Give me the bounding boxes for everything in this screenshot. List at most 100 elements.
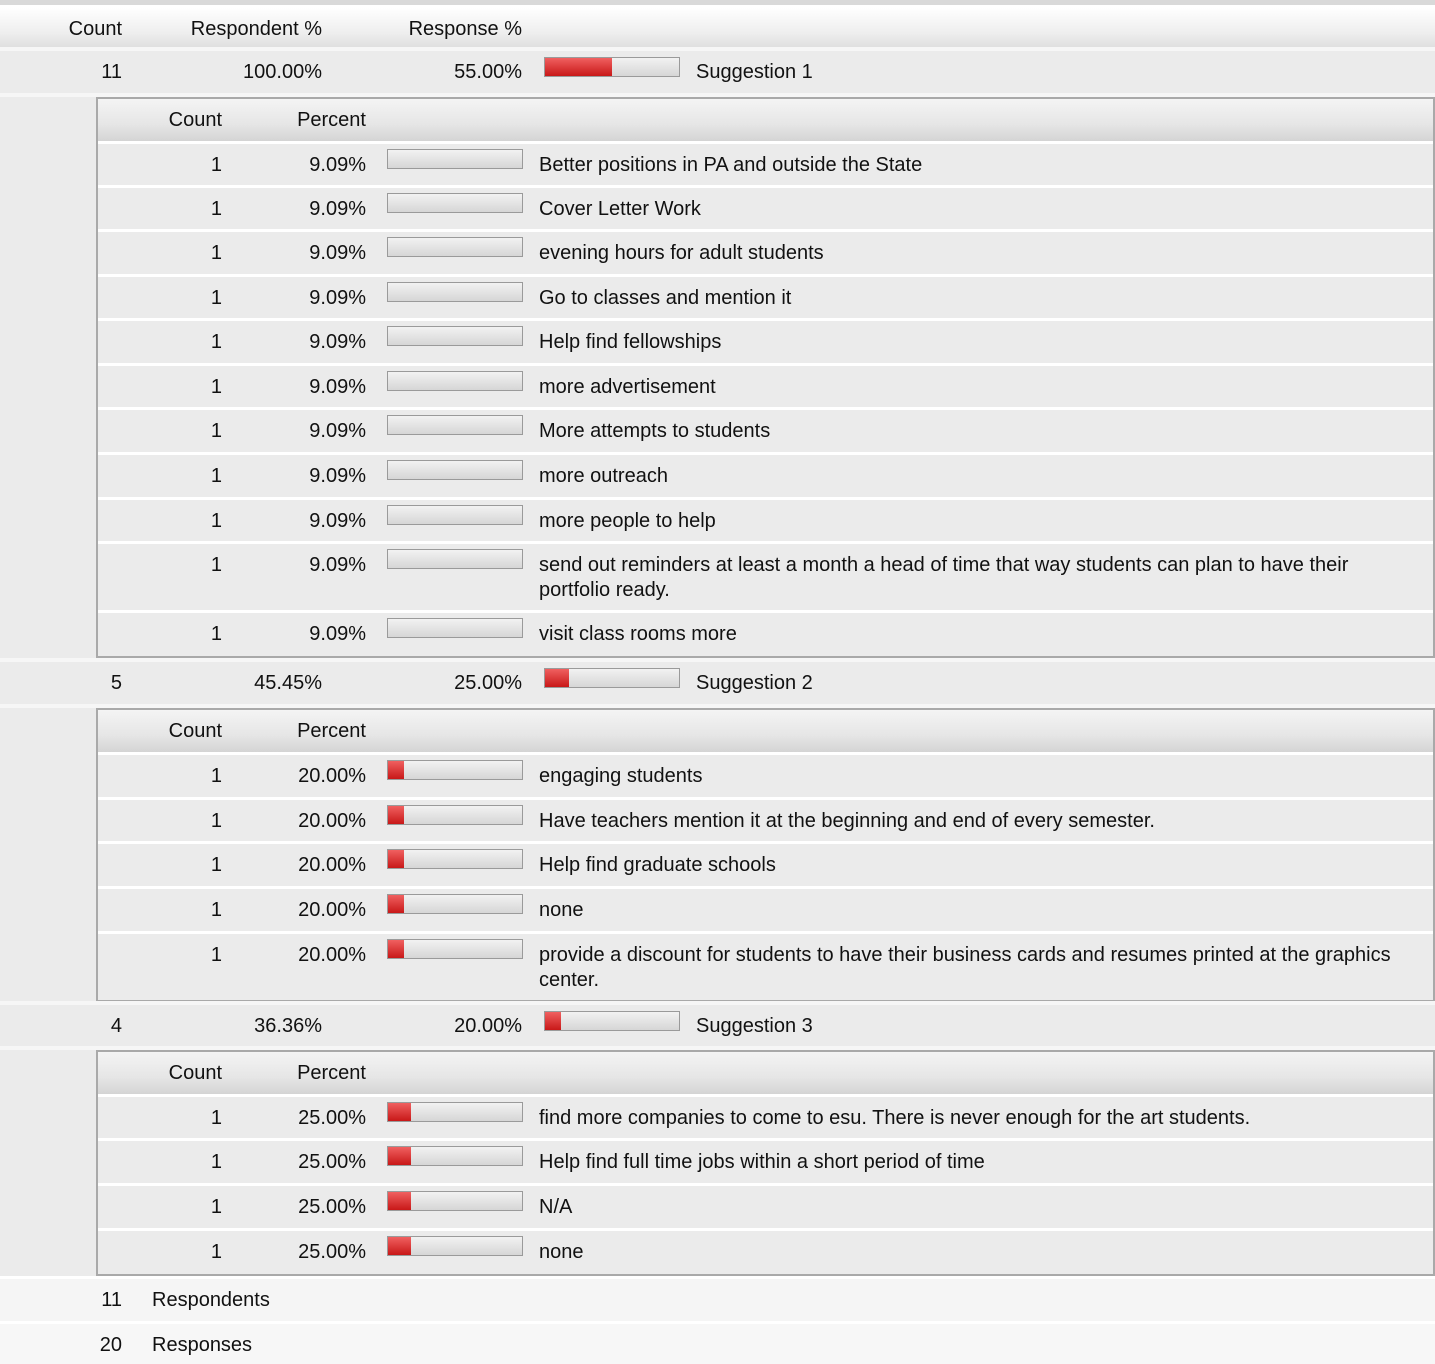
suggestion-count: 4 [110, 1014, 122, 1037]
answer-count: 1 [210, 241, 222, 264]
header-respondent-percent: Respondent % [190, 17, 322, 40]
responses-total-row: 20 Responses [0, 1324, 1435, 1364]
answer-count: 1 [210, 943, 222, 966]
answer-text: none [539, 899, 584, 921]
suggestion-respondent-percent: 45.45% [254, 671, 322, 694]
subtable-header-percent: Percent [297, 719, 366, 742]
answer-text: Have teachers mention it at the beginnin… [539, 810, 1155, 832]
answer-row: 1 25.00% Help find full time jobs within a… [98, 1138, 1433, 1183]
answer-text: more outreach [539, 465, 668, 487]
answers-subtable: Count Percent 1 9.09% Better positions in PA… [96, 97, 1435, 658]
answer-count: 1 [210, 464, 222, 487]
answer-text: Help find graduate schools [539, 854, 776, 876]
answer-percent: 25.00% [298, 1150, 366, 1173]
answer-count: 1 [210, 809, 222, 832]
answer-text: Cover Letter Work [539, 198, 701, 220]
answer-bar [387, 460, 523, 480]
answer-bar [387, 237, 523, 257]
answer-bar [387, 415, 523, 435]
answer-percent: 20.00% [298, 764, 366, 787]
suggestion-bar [544, 57, 680, 77]
answer-text: visit class rooms more [539, 623, 737, 645]
answer-row: 1 25.00% find more companies to come to es… [98, 1094, 1433, 1138]
answer-percent: 9.09% [309, 509, 366, 532]
answer-count: 1 [210, 375, 222, 398]
answer-text: N/A [539, 1196, 573, 1218]
indent-spacer [0, 1047, 96, 1276]
answer-row: 1 9.09% Better positions in PA and outside… [98, 141, 1433, 185]
suggestion-row: 5 45.45% 25.00% Suggestion 2 [0, 662, 1435, 704]
answer-bar [387, 1146, 523, 1166]
answer-row: 1 9.09% more advertisement [98, 363, 1433, 407]
subtable-header-percent: Percent [297, 108, 366, 131]
answer-bar [387, 805, 523, 825]
suggestion-response-percent: 20.00% [454, 1014, 522, 1037]
answer-row: 1 20.00% Help find graduate schools [98, 841, 1433, 886]
answer-count: 1 [210, 509, 222, 532]
answer-text: Help find fellowships [539, 331, 722, 353]
answer-percent: 9.09% [309, 419, 366, 442]
answer-text: none [539, 1241, 584, 1263]
top-divider [0, 0, 1435, 5]
answer-count: 1 [210, 419, 222, 442]
answer-row: 1 9.09% more outreach [98, 452, 1433, 497]
answer-row: 1 25.00% none [98, 1228, 1433, 1274]
answer-count: 1 [210, 286, 222, 309]
answer-row: 1 20.00% provide a discount for students t… [98, 931, 1433, 1000]
answer-count: 1 [210, 1150, 222, 1173]
answer-text: engaging students [539, 765, 703, 787]
answer-count: 1 [210, 153, 222, 176]
subtable-header: Count Percent [98, 99, 1433, 141]
subtable-header-percent: Percent [297, 1061, 366, 1084]
answer-row: 1 9.09% Go to classes and mention it [98, 274, 1433, 318]
suggestion-respondent-percent: 36.36% [254, 1014, 322, 1037]
suggestion-row: 4 36.36% 20.00% Suggestion 3 [0, 1005, 1435, 1047]
subtable-header-count: Count [168, 719, 222, 742]
answer-percent: 9.09% [309, 622, 366, 645]
header-count: Count [68, 17, 122, 40]
answer-count: 1 [210, 553, 222, 576]
answer-text: evening hours for adult students [539, 242, 824, 264]
answer-bar-fill [388, 1192, 411, 1210]
answer-count: 1 [210, 898, 222, 921]
indent-spacer [0, 94, 96, 658]
answer-bar [387, 371, 523, 391]
answer-percent: 25.00% [298, 1195, 366, 1218]
answer-percent: 20.00% [298, 898, 366, 921]
answer-text: Better positions in PA and outside the S… [539, 154, 923, 176]
answer-count: 1 [210, 330, 222, 353]
suggestion-respondent-percent: 100.00% [243, 60, 322, 83]
subtable-header-count: Count [168, 108, 222, 131]
suggestion-count: 11 [101, 60, 122, 83]
answer-count: 1 [210, 1195, 222, 1218]
answer-row: 1 9.09% send out reminders at least a mont… [98, 541, 1433, 610]
answer-text: more people to help [539, 510, 716, 532]
answer-bar [387, 505, 523, 525]
answer-bar [387, 1102, 523, 1122]
answer-bar [387, 939, 523, 959]
answer-bar-fill [388, 1147, 411, 1165]
answer-text: More attempts to students [539, 420, 771, 442]
suggestion-bar-fill [545, 669, 570, 687]
answer-text: provide a discount for students to have … [539, 944, 1391, 991]
total-label: Respondents [152, 1288, 270, 1311]
answer-bar [387, 1236, 523, 1256]
answer-row: 1 20.00% Have teachers mention it at the b… [98, 797, 1433, 841]
answer-count: 1 [210, 1106, 222, 1129]
answer-percent: 9.09% [309, 153, 366, 176]
header-response-percent: Response % [408, 17, 522, 40]
answer-count: 1 [210, 853, 222, 876]
answer-bar [387, 326, 523, 346]
answer-percent: 9.09% [309, 553, 366, 576]
answer-count: 1 [210, 1240, 222, 1263]
suggestion-row: 11 100.00% 55.00% Suggestion 1 [0, 51, 1435, 93]
suggestion-bar-fill [545, 1012, 562, 1030]
suggestion-response-percent: 55.00% [454, 60, 522, 83]
answer-percent: 20.00% [298, 809, 366, 832]
total-label: Responses [152, 1333, 253, 1356]
answer-row: 1 9.09% More attempts to students [98, 407, 1433, 452]
answer-bar [387, 1191, 523, 1211]
answer-bar [387, 549, 523, 569]
answer-bar [387, 618, 523, 638]
answer-row: 1 9.09% visit class rooms more [98, 610, 1433, 656]
